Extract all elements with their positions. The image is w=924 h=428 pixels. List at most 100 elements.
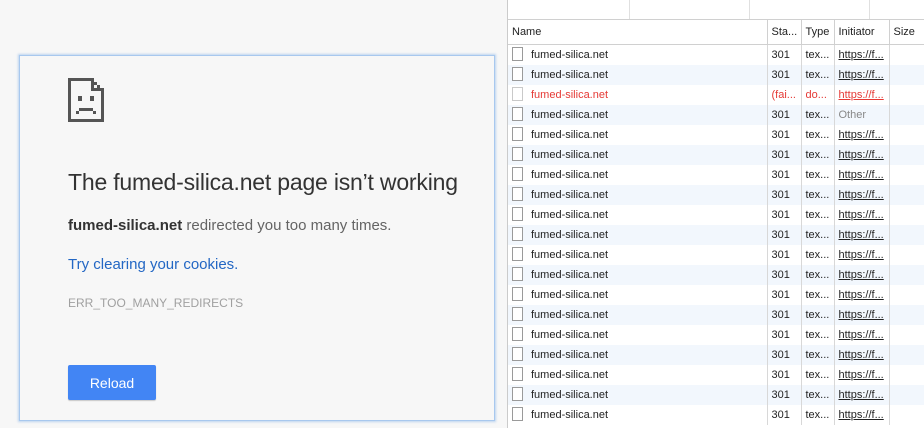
cell-initiator[interactable]: https://f... <box>834 265 890 285</box>
cell-name[interactable]: fumed-silica.net <box>508 265 768 285</box>
document-icon <box>512 307 523 322</box>
request-name: fumed-silica.net <box>531 269 609 281</box>
document-icon <box>512 327 523 342</box>
table-row[interactable]: fumed-silica.net 301 tex... https://f... <box>508 125 924 145</box>
cell-name[interactable]: fumed-silica.net <box>508 365 768 385</box>
table-row[interactable]: fumed-silica.net 301 tex... https://f... <box>508 245 924 265</box>
cell-name[interactable]: fumed-silica.net <box>508 205 768 225</box>
table-row[interactable]: fumed-silica.net 301 tex... https://f... <box>508 65 924 85</box>
request-name: fumed-silica.net <box>531 69 609 81</box>
table-row[interactable]: fumed-silica.net 301 tex... https://f... <box>508 185 924 205</box>
browser-content: The fumed-silica.net page isn’t working … <box>0 0 507 428</box>
table-row[interactable]: fumed-silica.net 301 tex... Other <box>508 105 924 125</box>
cell-type: tex... <box>801 44 835 65</box>
cell-name[interactable]: fumed-silica.net <box>508 305 768 325</box>
table-row[interactable]: fumed-silica.net 301 tex... https://f... <box>508 405 924 425</box>
cell-type: tex... <box>801 385 835 405</box>
table-row[interactable]: fumed-silica.net 301 tex... https://f... <box>508 325 924 345</box>
cell-name[interactable]: fumed-silica.net <box>508 125 768 145</box>
request-name: fumed-silica.net <box>531 89 609 101</box>
column-header-initiator[interactable]: Initiator <box>834 20 890 45</box>
cell-name[interactable]: fumed-silica.net <box>508 245 768 265</box>
cell-initiator[interactable]: https://f... <box>834 185 890 205</box>
document-icon <box>512 407 523 422</box>
cell-status: 301 <box>767 345 802 365</box>
cell-name[interactable]: fumed-silica.net <box>508 185 768 205</box>
cell-name[interactable]: fumed-silica.net <box>508 345 768 365</box>
cell-initiator[interactable]: https://f... <box>834 44 890 65</box>
document-icon <box>512 127 523 142</box>
table-row[interactable]: fumed-silica.net 301 tex... https://f... <box>508 145 924 165</box>
table-row[interactable]: fumed-silica.net 301 tex... https://f... <box>508 305 924 325</box>
cell-status: (fai... <box>767 85 802 105</box>
cell-initiator[interactable]: https://f... <box>834 385 890 405</box>
cell-size <box>889 85 924 105</box>
column-header-size[interactable]: Size <box>889 20 924 45</box>
cell-type: tex... <box>801 405 835 425</box>
reload-button[interactable]: Reload <box>68 365 156 400</box>
cell-size <box>889 405 924 425</box>
cell-size <box>889 385 924 405</box>
cell-name[interactable]: fumed-silica.net <box>508 85 768 105</box>
request-name: fumed-silica.net <box>531 209 609 221</box>
cell-initiator[interactable]: https://f... <box>834 405 890 425</box>
cell-initiator[interactable]: https://f... <box>834 85 890 105</box>
cell-type: tex... <box>801 165 835 185</box>
cell-name[interactable]: fumed-silica.net <box>508 225 768 245</box>
column-header-type[interactable]: Type <box>801 20 835 45</box>
cell-initiator[interactable]: https://f... <box>834 165 890 185</box>
cell-type: tex... <box>801 265 835 285</box>
cell-size <box>889 165 924 185</box>
cell-name[interactable]: fumed-silica.net <box>508 325 768 345</box>
cell-name[interactable]: fumed-silica.net <box>508 65 768 85</box>
cell-initiator[interactable]: https://f... <box>834 245 890 265</box>
cell-initiator[interactable]: https://f... <box>834 225 890 245</box>
table-row[interactable]: fumed-silica.net 301 tex... https://f... <box>508 225 924 245</box>
cell-status: 301 <box>767 145 802 165</box>
table-row[interactable]: fumed-silica.net 301 tex... https://f... <box>508 265 924 285</box>
cell-type: tex... <box>801 185 835 205</box>
table-row[interactable]: fumed-silica.net 301 tex... https://f... <box>508 365 924 385</box>
cell-name[interactable]: fumed-silica.net <box>508 105 768 125</box>
table-row[interactable]: fumed-silica.net 301 tex... https://f... <box>508 285 924 305</box>
cell-status: 301 <box>767 165 802 185</box>
cell-initiator[interactable]: https://f... <box>834 65 890 85</box>
cell-status: 301 <box>767 265 802 285</box>
table-row[interactable]: fumed-silica.net 301 tex... https://f... <box>508 385 924 405</box>
cell-initiator[interactable]: https://f... <box>834 305 890 325</box>
cell-initiator[interactable]: https://f... <box>834 365 890 385</box>
cell-initiator[interactable]: https://f... <box>834 145 890 165</box>
cell-name[interactable]: fumed-silica.net <box>508 165 768 185</box>
cell-status: 301 <box>767 205 802 225</box>
cell-size <box>889 185 924 205</box>
cell-initiator[interactable]: https://f... <box>834 125 890 145</box>
cell-initiator[interactable]: https://f... <box>834 325 890 345</box>
document-icon <box>512 187 523 202</box>
column-header-name[interactable]: Name <box>508 20 768 45</box>
cell-size <box>889 225 924 245</box>
cell-name[interactable]: fumed-silica.net <box>508 44 768 65</box>
document-icon <box>512 67 523 82</box>
cell-name[interactable]: fumed-silica.net <box>508 385 768 405</box>
request-name: fumed-silica.net <box>531 249 609 261</box>
request-name: fumed-silica.net <box>531 109 609 121</box>
document-icon <box>512 367 523 382</box>
cell-name[interactable]: fumed-silica.net <box>508 145 768 165</box>
cell-name[interactable]: fumed-silica.net <box>508 285 768 305</box>
cell-initiator[interactable]: Other <box>834 105 890 125</box>
table-row[interactable]: fumed-silica.net 301 tex... https://f... <box>508 205 924 225</box>
request-name: fumed-silica.net <box>531 409 609 421</box>
clear-cookies-link[interactable]: Try clearing your cookies. <box>68 256 238 273</box>
table-row[interactable]: fumed-silica.net 301 tex... https://f... <box>508 44 924 65</box>
cell-name[interactable]: fumed-silica.net <box>508 405 768 425</box>
error-summary: fumed-silica.net redirected you too many… <box>68 217 391 234</box>
cell-status: 301 <box>767 245 802 265</box>
table-row[interactable]: fumed-silica.net (fai... do... https://f... <box>508 85 924 105</box>
table-row[interactable]: fumed-silica.net 301 tex... https://f... <box>508 165 924 185</box>
request-name: fumed-silica.net <box>531 289 609 301</box>
cell-initiator[interactable]: https://f... <box>834 205 890 225</box>
cell-initiator[interactable]: https://f... <box>834 345 890 365</box>
table-row[interactable]: fumed-silica.net 301 tex... https://f... <box>508 345 924 365</box>
column-header-status[interactable]: Sta... <box>767 20 802 45</box>
cell-initiator[interactable]: https://f... <box>834 285 890 305</box>
